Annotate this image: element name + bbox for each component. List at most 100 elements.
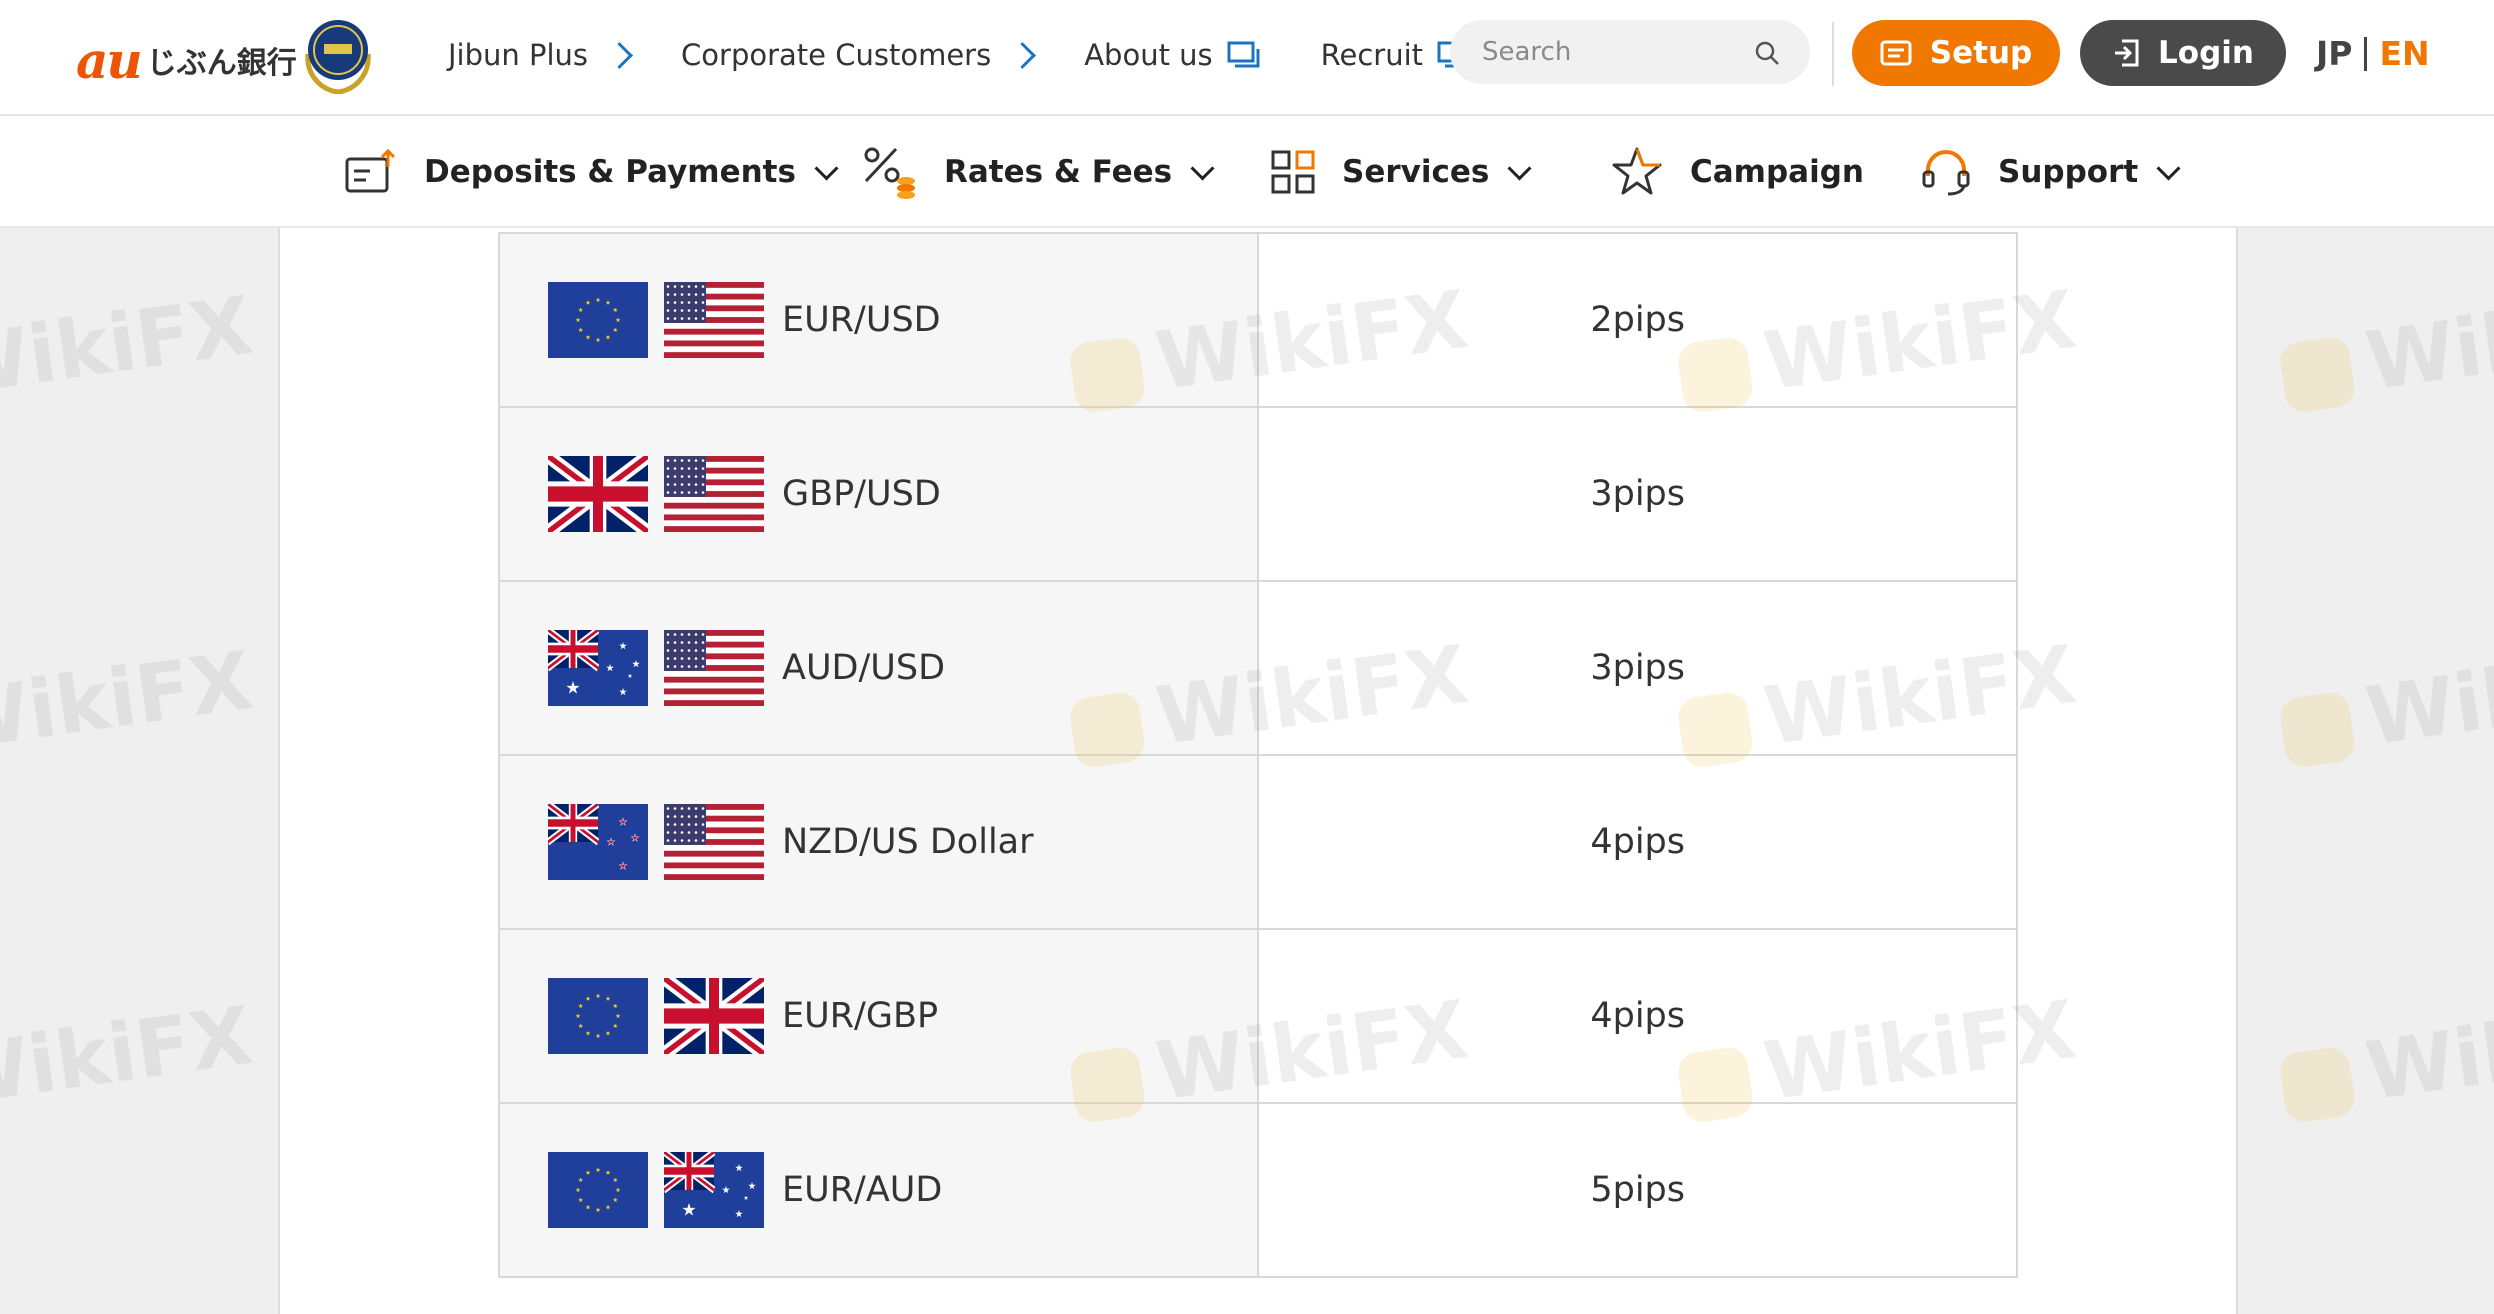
top-bar: au じぶん銀行 Jibun Plus Corporate Customers …	[0, 0, 2494, 116]
table-row: EUR/USD 2pips	[497, 232, 2018, 408]
login-label: Login	[2158, 35, 2254, 71]
spread-cell: 4pips	[1257, 754, 2018, 930]
table-row: EUR/GBP 4pips	[497, 928, 2018, 1104]
currency-pair-cell: EUR/USD	[497, 232, 1260, 408]
currency-pair-label: NZD/US Dollar	[782, 822, 1034, 862]
currency-pair-label: EUR/USD	[782, 300, 941, 340]
currency-pair: AUD/USD	[500, 630, 1257, 706]
bank-logo[interactable]: au じぶん銀行	[76, 30, 297, 90]
currency-pair-label: AUD/USD	[782, 648, 946, 688]
spread-cell: 3pips	[1257, 580, 2018, 756]
menu-deposits-payments[interactable]: Deposits & Payments	[344, 144, 839, 200]
menu-label: Services	[1342, 154, 1490, 190]
form-icon	[1880, 40, 1912, 66]
watermark-text: WikiFX	[2360, 272, 2494, 409]
watermark: WikiFX	[2275, 628, 2494, 776]
nav-corporate-customers[interactable]: Corporate Customers	[681, 38, 1042, 72]
currency-pair: EUR/USD	[500, 282, 1257, 358]
spread-value: 3pips	[1590, 648, 1685, 688]
search-icon[interactable]	[1754, 40, 1780, 66]
headset-icon	[1922, 150, 1970, 196]
nav-about-us[interactable]: About us	[1084, 38, 1260, 72]
currency-pair-cell: GBP/USD	[497, 406, 1260, 582]
flag-eu-icon	[548, 1152, 648, 1228]
watermark-text: WikiFX	[0, 633, 258, 770]
watermark-text: WikiFX	[2360, 627, 2494, 764]
menu-label: Support	[1998, 154, 2139, 190]
spread-cell: 3pips	[1257, 406, 2018, 582]
nav-jibun-plus[interactable]: Jibun Plus	[448, 38, 639, 72]
award-medal-icon	[305, 20, 371, 94]
currency-pair-label: GBP/USD	[782, 474, 941, 514]
chevron-down-icon	[1190, 155, 1215, 181]
menu-label: Deposits & Payments	[424, 154, 796, 190]
chevron-down-icon	[2156, 155, 2181, 181]
chevron-right-icon	[606, 41, 633, 69]
external-window-icon	[1227, 41, 1260, 68]
watermark: WikiFX	[0, 634, 258, 770]
watermark-text: WikiFX	[2360, 982, 2494, 1119]
spread-cell: 4pips	[1257, 928, 2018, 1104]
flag-au-icon	[664, 1152, 764, 1228]
table-row: NZD/US Dollar 4pips	[497, 754, 2018, 930]
watermark-text: WikiFX	[0, 278, 258, 415]
flag-gb-icon	[664, 978, 764, 1054]
nav-label: Recruit	[1320, 38, 1424, 72]
currency-pair: NZD/US Dollar	[500, 804, 1257, 880]
spread-cell: 2pips	[1257, 232, 2018, 408]
spread-cell: 5pips	[1257, 1102, 2018, 1278]
currency-pair-cell: EUR/AUD	[497, 1102, 1260, 1278]
star-icon	[1612, 147, 1662, 195]
flag-us-icon	[664, 804, 764, 880]
menu-support[interactable]: Support	[1920, 144, 2181, 200]
table-row: AUD/USD 3pips	[497, 580, 2018, 756]
top-nav: Jibun Plus Corporate Customers About us …	[448, 22, 1513, 88]
menu-services[interactable]: Services	[1270, 144, 1532, 200]
content-card: EUR/USD 2pips GBP/USD 3pips AUD/USD 3pips NZD/…	[278, 228, 2238, 1314]
flag-us-icon	[664, 630, 764, 706]
flag-au-icon	[548, 630, 648, 706]
menu-rates-fees[interactable]: Rates & Fees	[862, 144, 1215, 200]
chevron-down-icon	[814, 155, 839, 181]
flag-eu-icon	[548, 978, 648, 1054]
watermark-text: WikiFX	[0, 988, 258, 1125]
lang-en[interactable]: EN	[2379, 34, 2429, 73]
table-row: EUR/AUD 5pips	[497, 1102, 2018, 1278]
watermark: WikiFX	[2275, 983, 2494, 1131]
menu-label: Rates & Fees	[944, 154, 1173, 190]
flag-eu-icon	[548, 282, 648, 358]
nav-label: Jibun Plus	[448, 38, 589, 72]
menu-campaign[interactable]: Campaign	[1610, 144, 1864, 200]
percent-coin-icon	[864, 147, 915, 199]
currency-pair: EUR/GBP	[500, 978, 1257, 1054]
lang-jp[interactable]: JP	[2316, 34, 2352, 73]
chevron-right-icon	[1009, 41, 1037, 69]
language-switch: JP EN	[2316, 34, 2430, 73]
nav-recruit[interactable]: Recruit	[1321, 38, 1471, 72]
deposit-icon	[345, 148, 396, 193]
currency-pair: GBP/USD	[500, 456, 1257, 532]
login-icon	[2115, 39, 2139, 67]
flag-nz-icon	[548, 804, 648, 880]
spread-value: 4pips	[1590, 996, 1685, 1036]
login-button[interactable]: Login	[2080, 20, 2286, 86]
search-input[interactable]	[1480, 36, 1744, 68]
spread-value: 4pips	[1590, 822, 1685, 862]
menu-label: Campaign	[1690, 154, 1864, 190]
currency-pair-cell: NZD/US Dollar	[497, 754, 1260, 930]
spread-value: 3pips	[1590, 474, 1685, 514]
currency-pair-cell: EUR/GBP	[497, 928, 1260, 1104]
chevron-down-icon	[1507, 155, 1532, 181]
fx-spread-table: EUR/USD 2pips GBP/USD 3pips AUD/USD 3pips NZD/…	[497, 232, 2018, 1278]
flag-us-icon	[664, 282, 764, 358]
currency-pair-label: EUR/GBP	[782, 996, 939, 1036]
logo-text: じぶん銀行	[146, 46, 297, 81]
grid-icon	[1271, 150, 1315, 194]
currency-pair-cell: AUD/USD	[497, 580, 1260, 756]
setup-button[interactable]: Setup	[1852, 20, 2060, 86]
currency-pair-label: EUR/AUD	[782, 1170, 943, 1210]
watermark: WikiFX	[0, 279, 258, 415]
watermark: WikiFX	[0, 989, 258, 1125]
logo-mark: au	[76, 30, 143, 90]
flag-gb-icon	[548, 456, 648, 532]
